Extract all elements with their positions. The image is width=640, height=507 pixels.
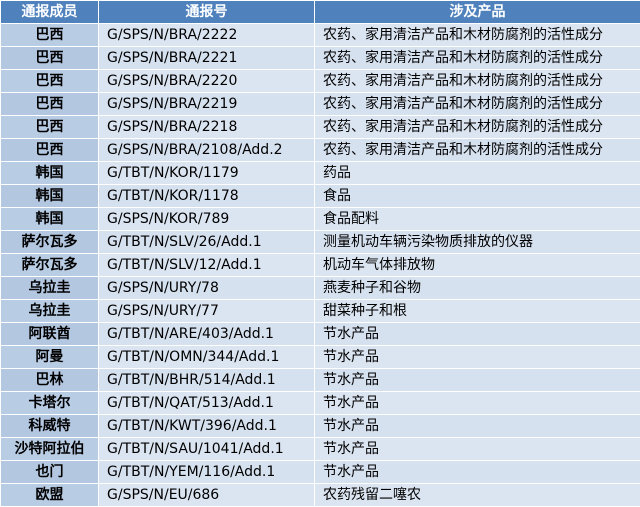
header-member: 通报成员 [1,1,99,24]
notification-number-cell: G/SPS/N/BRA/2219 [99,93,315,116]
member-cell: 巴西 [1,24,99,47]
table-row: 巴西G/SPS/N/BRA/2108/Add.2农药、家用清洁产品和木材防腐剂的… [1,139,640,162]
notification-number-cell: G/TBT/N/ARE/403/Add.1 [99,323,315,346]
member-cell: 巴西 [1,139,99,162]
table-row: 阿联酋G/TBT/N/ARE/403/Add.1节水产品 [1,323,640,346]
header-row: 通报成员 通报号 涉及产品 [1,1,640,24]
member-cell: 卡塔尔 [1,392,99,415]
member-cell: 萨尔瓦多 [1,231,99,254]
member-cell: 阿曼 [1,346,99,369]
notification-number-cell: G/TBT/N/SAU/1041/Add.1 [99,438,315,461]
notification-table: 通报成员 通报号 涉及产品 巴西G/SPS/N/BRA/2222农药、家用清洁产… [0,0,640,507]
products-cell: 节水产品 [315,438,640,461]
table-row: 巴西G/SPS/N/BRA/2219农药、家用清洁产品和木材防腐剂的活性成分 [1,93,640,116]
table-row: 萨尔瓦多G/TBT/N/SLV/26/Add.1测量机动车辆污染物质排放的仪器 [1,231,640,254]
table-row: 韩国G/TBT/N/KOR/1179药品 [1,162,640,185]
table-row: 巴西G/SPS/N/BRA/2221农药、家用清洁产品和木材防腐剂的活性成分 [1,47,640,70]
table-header: 通报成员 通报号 涉及产品 [1,1,640,24]
notification-number-cell: G/TBT/N/BHR/514/Add.1 [99,369,315,392]
member-cell: 巴西 [1,70,99,93]
notification-number-cell: G/SPS/N/KOR/789 [99,208,315,231]
products-cell: 节水产品 [315,323,640,346]
member-cell: 欧盟 [1,484,99,507]
products-cell: 农药、家用清洁产品和木材防腐剂的活性成分 [315,93,640,116]
table-row: 乌拉圭G/SPS/N/URY/78燕麦种子和谷物 [1,277,640,300]
products-cell: 农药、家用清洁产品和木材防腐剂的活性成分 [315,47,640,70]
products-cell: 节水产品 [315,461,640,484]
member-cell: 乌拉圭 [1,300,99,323]
products-cell: 药品 [315,162,640,185]
table-row: 也门G/TBT/N/YEM/116/Add.1节水产品 [1,461,640,484]
products-cell: 节水产品 [315,415,640,438]
member-cell: 巴西 [1,116,99,139]
products-cell: 机动车气体排放物 [315,254,640,277]
member-cell: 韩国 [1,162,99,185]
notification-number-cell: G/SPS/N/BRA/2218 [99,116,315,139]
member-cell: 韩国 [1,185,99,208]
notification-number-cell: G/SPS/N/EU/686 [99,484,315,507]
products-cell: 节水产品 [315,392,640,415]
products-cell: 食品 [315,185,640,208]
member-cell: 巴西 [1,93,99,116]
table-row: 阿曼G/TBT/N/OMN/344/Add.1节水产品 [1,346,640,369]
member-cell: 科威特 [1,415,99,438]
products-cell: 食品配料 [315,208,640,231]
notification-number-cell: G/SPS/N/BRA/2220 [99,70,315,93]
table-row: 巴西G/SPS/N/BRA/2220农药、家用清洁产品和木材防腐剂的活性成分 [1,70,640,93]
notification-number-cell: G/TBT/N/KOR/1179 [99,162,315,185]
products-cell: 节水产品 [315,369,640,392]
member-cell: 沙特阿拉伯 [1,438,99,461]
table-row: 卡塔尔G/TBT/N/QAT/513/Add.1节水产品 [1,392,640,415]
notification-number-cell: G/TBT/N/KWT/396/Add.1 [99,415,315,438]
header-products: 涉及产品 [315,1,640,24]
member-cell: 也门 [1,461,99,484]
notification-number-cell: G/TBT/N/YEM/116/Add.1 [99,461,315,484]
notification-number-cell: G/SPS/N/BRA/2222 [99,24,315,47]
products-cell: 农药残留二噻农 [315,484,640,507]
table-row: 科威特G/TBT/N/KWT/396/Add.1节水产品 [1,415,640,438]
notification-number-cell: G/SPS/N/BRA/2108/Add.2 [99,139,315,162]
member-cell: 韩国 [1,208,99,231]
table-row: 乌拉圭G/SPS/N/URY/77甜菜种子和根 [1,300,640,323]
header-number: 通报号 [99,1,315,24]
notification-number-cell: G/SPS/N/URY/78 [99,277,315,300]
products-cell: 农药、家用清洁产品和木材防腐剂的活性成分 [315,70,640,93]
notification-number-cell: G/SPS/N/BRA/2221 [99,47,315,70]
member-cell: 萨尔瓦多 [1,254,99,277]
products-cell: 节水产品 [315,346,640,369]
table-row: 巴林G/TBT/N/BHR/514/Add.1节水产品 [1,369,640,392]
table-body: 巴西G/SPS/N/BRA/2222农药、家用清洁产品和木材防腐剂的活性成分巴西… [1,24,640,507]
products-cell: 燕麦种子和谷物 [315,277,640,300]
notification-number-cell: G/TBT/N/SLV/12/Add.1 [99,254,315,277]
products-cell: 甜菜种子和根 [315,300,640,323]
table-row: 巴西G/SPS/N/BRA/2218农药、家用清洁产品和木材防腐剂的活性成分 [1,116,640,139]
products-cell: 农药、家用清洁产品和木材防腐剂的活性成分 [315,24,640,47]
notification-number-cell: G/TBT/N/QAT/513/Add.1 [99,392,315,415]
products-cell: 农药、家用清洁产品和木材防腐剂的活性成分 [315,139,640,162]
table-row: 韩国G/TBT/N/KOR/1178食品 [1,185,640,208]
table-row: 巴西G/SPS/N/BRA/2222农药、家用清洁产品和木材防腐剂的活性成分 [1,24,640,47]
products-cell: 农药、家用清洁产品和木材防腐剂的活性成分 [315,116,640,139]
table-row: 萨尔瓦多G/TBT/N/SLV/12/Add.1机动车气体排放物 [1,254,640,277]
notification-number-cell: G/TBT/N/SLV/26/Add.1 [99,231,315,254]
table-row: 欧盟G/SPS/N/EU/686农药残留二噻农 [1,484,640,507]
member-cell: 乌拉圭 [1,277,99,300]
member-cell: 巴西 [1,47,99,70]
member-cell: 阿联酋 [1,323,99,346]
products-cell: 测量机动车辆污染物质排放的仪器 [315,231,640,254]
table-row: 沙特阿拉伯G/TBT/N/SAU/1041/Add.1节水产品 [1,438,640,461]
notification-number-cell: G/SPS/N/URY/77 [99,300,315,323]
table-row: 韩国G/SPS/N/KOR/789食品配料 [1,208,640,231]
member-cell: 巴林 [1,369,99,392]
notification-number-cell: G/TBT/N/KOR/1178 [99,185,315,208]
notification-number-cell: G/TBT/N/OMN/344/Add.1 [99,346,315,369]
